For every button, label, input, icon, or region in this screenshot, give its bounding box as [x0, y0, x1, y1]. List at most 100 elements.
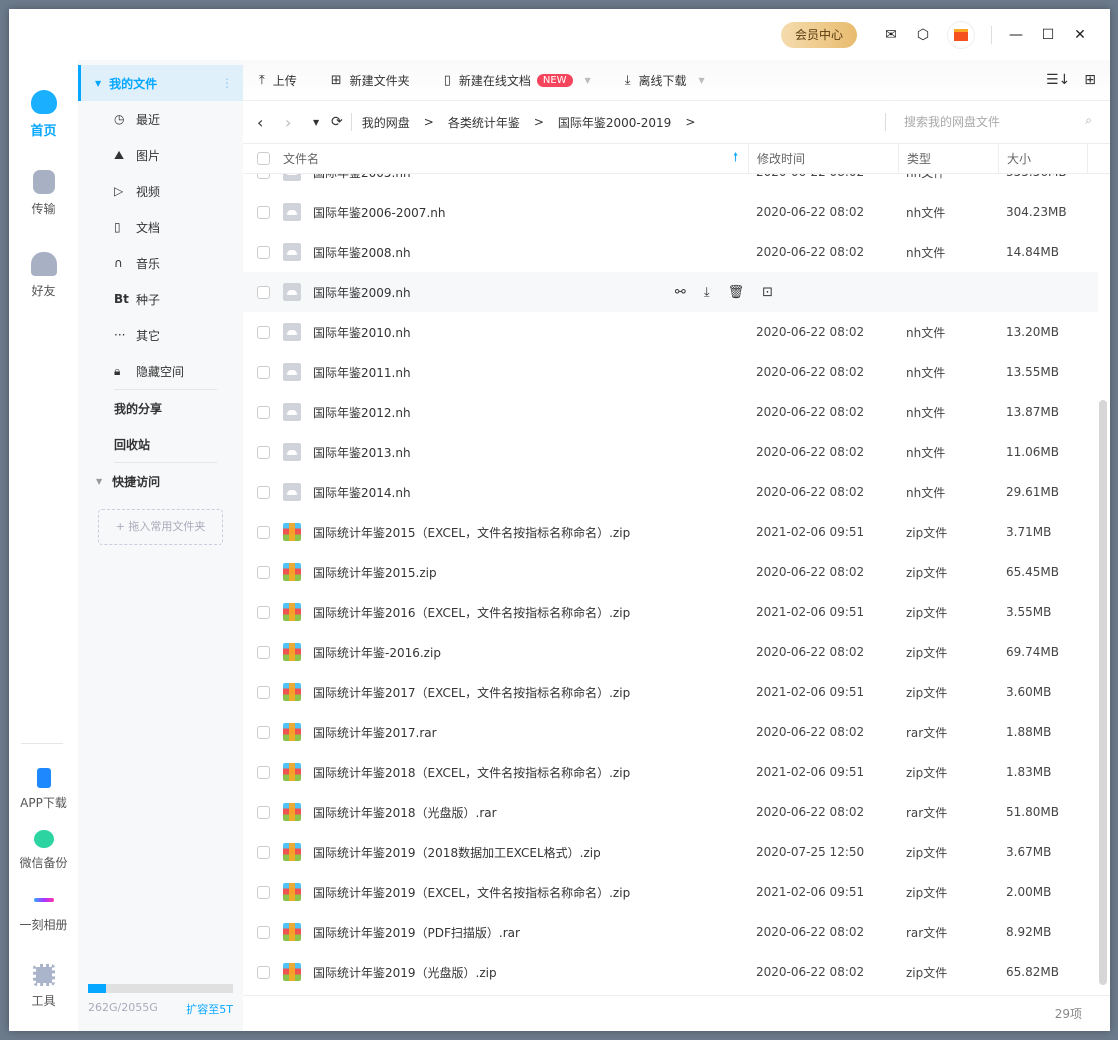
file-name[interactable]: 国际统计年鉴2019（PDF扫描版）.rar	[313, 924, 520, 941]
row-checkbox[interactable]	[257, 685, 270, 699]
upgrade-link[interactable]: 扩容至5T	[186, 1001, 233, 1017]
file-name[interactable]: 国际统计年鉴2016（EXCEL，文件名按指标名称命名）.zip	[313, 604, 630, 621]
sidebar-item-3[interactable]: ▯ 文档	[78, 209, 243, 245]
table-row[interactable]: 国际年鉴2013.nh 2020-06-22 08:02 nh文件 11.06MB	[243, 432, 1098, 472]
column-time[interactable]: 修改时间	[748, 143, 898, 174]
table-row[interactable]: 国际年鉴2011.nh 2020-06-22 08:02 nh文件 13.55MB	[243, 352, 1098, 392]
table-row[interactable]: 国际年鉴2012.nh 2020-06-22 08:02 nh文件 13.87MB	[243, 392, 1098, 432]
select-all-checkbox[interactable]	[257, 152, 270, 165]
upload-button[interactable]: ⤒ 上传	[259, 72, 297, 89]
file-name[interactable]: 国际统计年鉴-2016.zip	[313, 644, 441, 661]
rail-home[interactable]: 首页	[9, 90, 78, 139]
sidebar-item-2[interactable]: ▷ 视频	[78, 173, 243, 209]
file-name[interactable]: 国际统计年鉴2017.rar	[313, 724, 437, 741]
table-row[interactable]: 国际统计年鉴2016（EXCEL，文件名按指标名称命名）.zip 2021-02-…	[243, 592, 1098, 632]
file-name[interactable]: 国际统计年鉴2015.zip	[313, 564, 437, 581]
settings-icon[interactable]: ⬡	[907, 27, 939, 43]
sidebar-item-5[interactable]: Bt 种子	[78, 281, 243, 317]
sidebar-recycle-bin[interactable]: 回收站	[78, 426, 243, 462]
row-checkbox[interactable]	[257, 485, 270, 499]
close-icon[interactable]: ✕	[1064, 27, 1096, 43]
file-name[interactable]: 国际统计年鉴2018（光盘版）.rar	[313, 804, 497, 821]
file-name[interactable]: 国际年鉴2012.nh	[313, 404, 411, 421]
sort-icon[interactable]: ☰↓	[1046, 72, 1070, 88]
row-checkbox[interactable]	[257, 805, 270, 819]
table-row[interactable]: 国际年鉴2005.nh 2020-06-22 08:02nh文件355.56MB	[243, 174, 1098, 192]
file-name[interactable]: 国际年鉴2014.nh	[313, 484, 411, 501]
drop-folder-zone[interactable]: + 拖入常用文件夹	[98, 509, 223, 545]
new-folder-button[interactable]: ⊞ 新建文件夹	[331, 72, 410, 89]
table-row[interactable]: 国际统计年鉴2015.zip 2020-06-22 08:02 zip文件 65.45…	[243, 552, 1098, 592]
row-checkbox[interactable]	[257, 525, 270, 539]
table-row[interactable]: 国际年鉴2009.nh ⚯ ⤓ 🗑︎ ⊡	[243, 272, 1098, 312]
table-row[interactable]: 国际年鉴2010.nh 2020-06-22 08:02 nh文件 13.20MB	[243, 312, 1098, 352]
column-name[interactable]: 文件名	[283, 150, 748, 167]
row-checkbox[interactable]	[257, 205, 270, 219]
row-checkbox[interactable]	[257, 605, 270, 619]
row-checkbox[interactable]	[257, 845, 270, 859]
table-row[interactable]: 国际统计年鉴2018（光盘版）.rar 2020-06-22 08:02 rar文件…	[243, 792, 1098, 832]
table-row[interactable]: 国际年鉴2008.nh 2020-06-22 08:02 nh文件 14.84MB	[243, 232, 1098, 272]
offline-download-button[interactable]: ⤓ 离线下载 ▼	[625, 72, 705, 89]
gift-icon[interactable]	[947, 20, 975, 49]
row-checkbox[interactable]	[257, 765, 270, 779]
grid-view-icon[interactable]: ⊞	[1084, 72, 1096, 88]
file-name[interactable]: 国际统计年鉴2017（EXCEL，文件名按指标名称命名）.zip	[313, 684, 630, 701]
new-doc-button[interactable]: ▯ 新建在线文档 NEW ▼	[444, 72, 591, 89]
table-row[interactable]: 国际年鉴2006-2007.nh 2020-06-22 08:02 nh文件 304.…	[243, 192, 1098, 232]
sidebar-item-6[interactable]: ··· 其它	[78, 317, 243, 353]
file-name[interactable]: 国际统计年鉴2019（光盘版）.zip	[313, 964, 497, 981]
breadcrumb-item[interactable]: 我的网盘	[362, 114, 410, 131]
file-name[interactable]: 国际年鉴2006-2007.nh	[313, 204, 445, 221]
file-name[interactable]: 国际年鉴2009.nh	[313, 284, 411, 301]
file-name[interactable]: 国际年鉴2005.nh	[313, 174, 411, 181]
row-checkbox[interactable]	[257, 445, 270, 459]
table-row[interactable]: 国际统计年鉴2018（EXCEL，文件名按指标名称命名）.zip 2021-02-…	[243, 752, 1098, 792]
forward-icon[interactable]: ›	[285, 113, 313, 132]
sidebar-my-share[interactable]: 我的分享	[78, 390, 243, 426]
row-checkbox[interactable]	[257, 565, 270, 579]
row-checkbox[interactable]	[257, 645, 270, 659]
file-name[interactable]: 国际统计年鉴2018（EXCEL，文件名按指标名称命名）.zip	[313, 764, 630, 781]
row-checkbox[interactable]	[257, 405, 270, 419]
minimize-icon[interactable]: —	[1000, 27, 1032, 43]
share-icon[interactable]: ⚯	[675, 285, 686, 300]
file-name[interactable]: 国际统计年鉴2019（2018数据加工EXCEL格式）.zip	[313, 844, 601, 861]
file-name[interactable]: 国际统计年鉴2015（EXCEL，文件名按指标名称命名）.zip	[313, 524, 630, 541]
row-checkbox[interactable]	[257, 325, 270, 339]
rail-app-download[interactable]: APP下载	[9, 768, 78, 811]
table-row[interactable]: 国际统计年鉴2017（EXCEL，文件名按指标名称命名）.zip 2021-02-…	[243, 672, 1098, 712]
search-input[interactable]: 搜索我的网盘文件 ⌕	[885, 113, 1110, 131]
sidebar-item-4[interactable]: ∩ 音乐	[78, 245, 243, 281]
refresh-icon[interactable]: ⟳	[331, 114, 343, 130]
caret-down-icon[interactable]: ▼	[698, 76, 704, 85]
breadcrumb-item[interactable]: 各类统计年鉴	[448, 114, 520, 131]
rail-tools[interactable]: 工具	[9, 964, 78, 1009]
sidebar-item-0[interactable]: ◷ 最近	[78, 101, 243, 137]
row-checkbox[interactable]	[257, 925, 270, 939]
delete-icon[interactable]: 🗑︎	[728, 285, 745, 300]
table-row[interactable]: 国际统计年鉴2015（EXCEL，文件名按指标名称命名）.zip 2021-02-…	[243, 512, 1098, 552]
download-icon[interactable]: ⤓	[704, 285, 710, 300]
row-checkbox[interactable]	[257, 285, 270, 299]
table-row[interactable]: 国际统计年鉴2019（光盘版）.zip 2020-06-22 08:02 zip文件…	[243, 952, 1098, 992]
column-size[interactable]: 大小	[998, 143, 1088, 174]
row-checkbox[interactable]	[257, 365, 270, 379]
back-icon[interactable]: ‹	[257, 113, 285, 132]
row-checkbox[interactable]	[257, 245, 270, 259]
sidebar-quick-access[interactable]: ▼ 快捷访问	[78, 463, 243, 499]
mail-icon[interactable]: ✉	[875, 27, 907, 43]
rail-friends[interactable]: 好友	[9, 252, 78, 299]
vip-center-button[interactable]: 会员中心	[780, 21, 857, 48]
file-name[interactable]: 国际年鉴2010.nh	[313, 324, 411, 341]
table-row[interactable]: 国际统计年鉴-2016.zip 2020-06-22 08:02 zip文件 69.7…	[243, 632, 1098, 672]
caret-down-icon[interactable]: ▼	[585, 76, 591, 85]
table-row[interactable]: 国际统计年鉴2019（PDF扫描版）.rar 2020-06-22 08:02 ra…	[243, 912, 1098, 952]
maximize-icon[interactable]: ☐	[1032, 27, 1064, 43]
row-checkbox[interactable]	[257, 965, 270, 979]
sidebar-item-7[interactable]: 🔒︎ 隐藏空间	[78, 353, 243, 389]
row-checkbox[interactable]	[257, 725, 270, 739]
history-caret-icon[interactable]: ▼	[313, 118, 331, 127]
more-icon[interactable]: ⋮	[221, 76, 233, 90]
table-row[interactable]: 国际年鉴2014.nh 2020-06-22 08:02 nh文件 29.61MB	[243, 472, 1098, 512]
